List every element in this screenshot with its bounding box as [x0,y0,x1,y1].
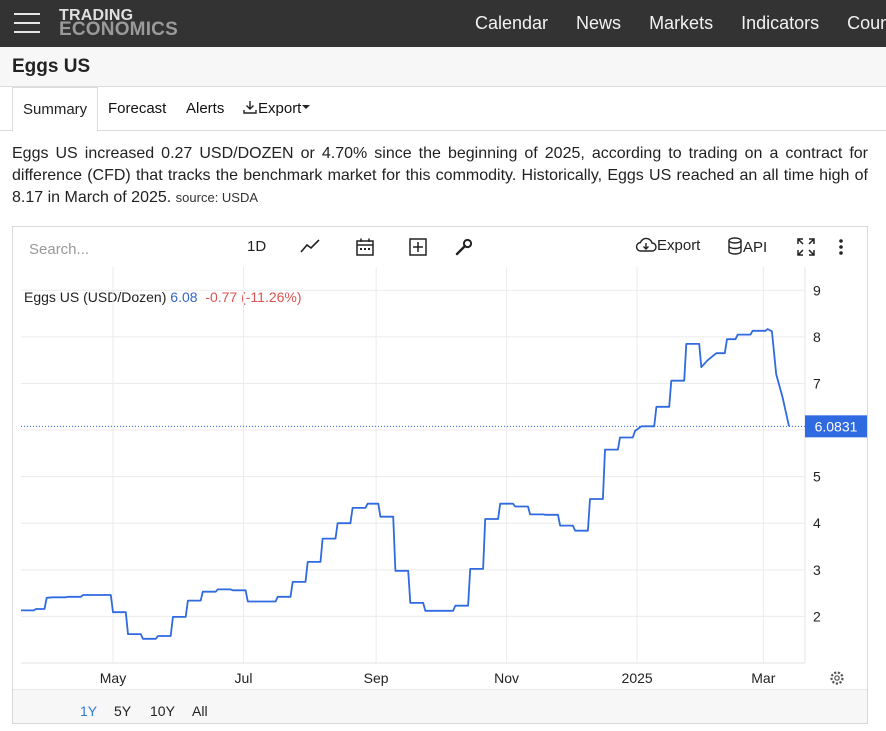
range-1y[interactable]: 1Y [80,703,97,719]
range-selector: 1Y 5Y 10Y All [13,689,867,723]
y-tick-label: 4 [813,515,821,531]
range-10y[interactable]: 10Y [150,703,175,719]
caret-down-icon [302,105,311,109]
tab-summary[interactable]: Summary [12,87,99,132]
description-text: Eggs US increased 0.27 USD/DOZEN or 4.70… [12,145,868,206]
description: Eggs US increased 0.27 USD/DOZEN or 4.70… [12,143,868,209]
tab-alerts[interactable]: Alerts [176,87,234,131]
title-bar: Eggs US [0,47,886,87]
download-icon [243,101,257,114]
x-tick-label: Nov [494,670,519,686]
nav-markets[interactable]: Markets [635,0,727,47]
x-tick-label: Mar [751,670,775,686]
series-line [21,328,790,640]
hamburger-menu-icon[interactable] [14,13,40,33]
x-tick-label: Sep [364,670,389,686]
tab-export[interactable]: Export [232,87,321,131]
nav-calendar[interactable]: Calendar [461,0,562,47]
y-tick-label: 7 [813,375,821,391]
x-tick-label: May [100,670,126,686]
y-tick-label: 9 [813,282,821,298]
range-all[interactable]: All [192,703,208,719]
nav-news[interactable]: News [562,0,635,47]
y-tick-label: 8 [813,329,821,345]
nav-countries[interactable]: Countries [833,0,886,47]
chart-panel: Search... 1D Export API Eggs US (USD/Doz… [12,226,868,724]
range-5y[interactable]: 5Y [114,703,131,719]
y-tick-label: 5 [813,469,821,485]
price-chart[interactable]: 23456789MayJulSepNov2025Mar6.0831 [13,227,867,689]
y-tick-label: 2 [813,608,821,624]
source-label: source: USDA [175,190,259,205]
logo[interactable]: TRADING ECONOMICS [59,8,178,40]
main-nav: Calendar News Markets Indicators Countri… [461,0,886,47]
tab-bar: Summary Forecast Alerts Export [0,87,886,132]
current-value-label: 6.0831 [815,418,858,434]
page-title: Eggs US [12,56,91,77]
x-tick-label: 2025 [622,670,653,686]
nav-indicators[interactable]: Indicators [727,0,833,47]
x-tick-label: Jul [235,670,253,686]
tab-forecast[interactable]: Forecast [98,87,176,131]
settings-gear-icon [830,671,844,685]
top-navigation-bar: TRADING ECONOMICS Calendar News Markets … [0,0,886,47]
export-label: Export [258,100,302,117]
y-tick-label: 3 [813,562,821,578]
